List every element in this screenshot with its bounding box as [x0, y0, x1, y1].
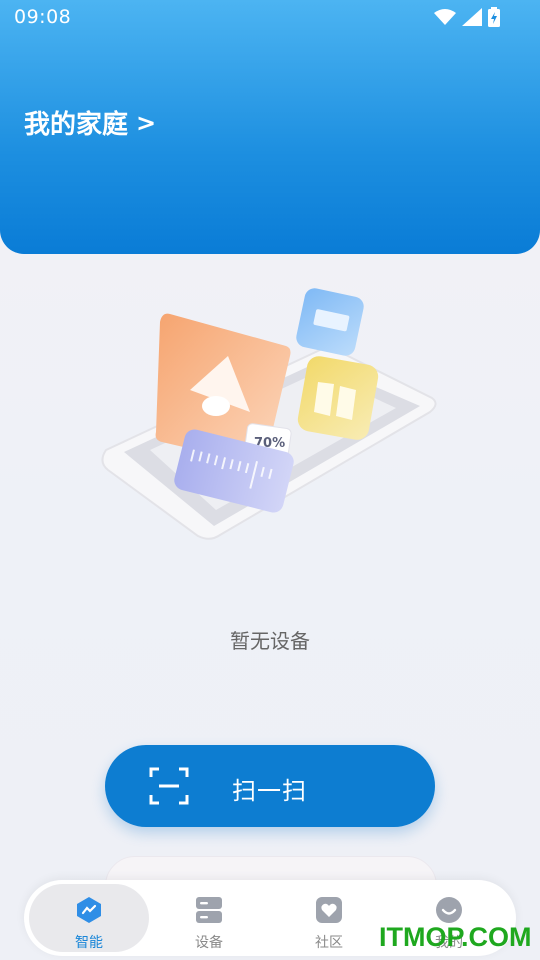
scan-button-label: 扫一扫 — [232, 777, 307, 805]
curtain-card — [297, 356, 379, 440]
community-icon — [316, 897, 342, 923]
header: 09:08 我的家庭 > — [0, 0, 540, 254]
watermark: ITMOP.COM — [379, 922, 532, 952]
devices-icon — [196, 897, 222, 923]
signal-icon — [462, 8, 482, 26]
empty-state-text: 暂无设备 — [230, 629, 310, 653]
status-bar: 09:08 — [0, 0, 540, 36]
chevron-right-icon: > — [136, 108, 157, 137]
scan-button[interactable]: 扫一扫 — [105, 745, 435, 827]
nav-item-devices[interactable]: 设备 — [149, 884, 269, 952]
profile-icon — [436, 897, 462, 923]
home-selector[interactable]: 我的家庭 > — [24, 104, 156, 141]
status-time: 09:08 — [14, 6, 72, 28]
wifi-icon — [434, 9, 456, 25]
battery-icon — [488, 7, 500, 27]
nav-label-smart: 智能 — [75, 935, 103, 951]
home-title: 我的家庭 — [24, 110, 129, 140]
smart-icon — [77, 897, 101, 923]
scan-icon — [149, 767, 189, 805]
nav-item-smart[interactable]: 智能 — [29, 884, 149, 952]
nav-label-devices: 设备 — [195, 935, 223, 951]
ac-card — [296, 288, 364, 356]
nav-label-community: 社区 — [315, 935, 343, 951]
status-icons — [434, 7, 500, 27]
empty-devices-illustration: 70% — [101, 288, 437, 540]
nav-item-community[interactable]: 社区 — [269, 884, 389, 952]
